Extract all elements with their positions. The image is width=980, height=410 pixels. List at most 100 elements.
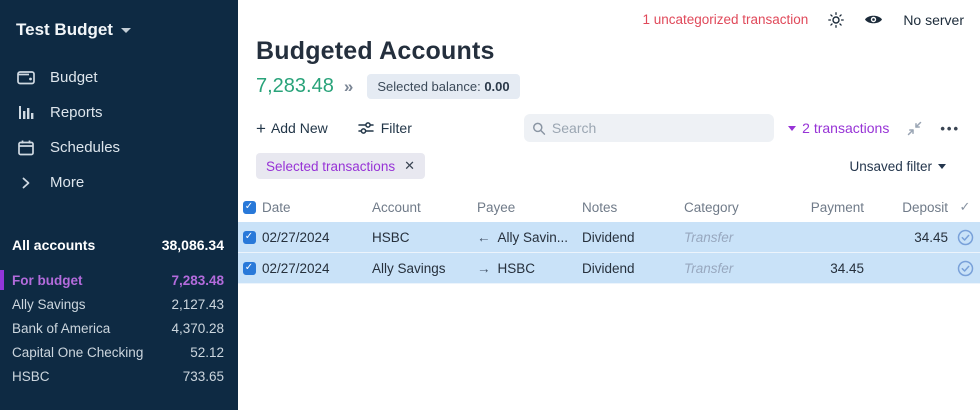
topbar: 1 uncategorized transaction No server bbox=[238, 0, 980, 30]
check-icon: ✓ bbox=[245, 202, 253, 212]
budget-switcher[interactable]: Test Budget bbox=[0, 0, 238, 46]
account-label: Bank of America bbox=[12, 321, 110, 336]
sidebar-item-schedules[interactable]: Schedules bbox=[0, 130, 238, 165]
cell-date[interactable]: 02/27/2024 bbox=[260, 230, 370, 245]
account-label: Capital One Checking bbox=[12, 345, 143, 360]
cleared-status-button[interactable] bbox=[952, 260, 978, 277]
cell-category[interactable]: Transfer bbox=[682, 261, 788, 276]
table-header: ✓ Date Account Payee Notes Category Paym… bbox=[238, 192, 980, 222]
sun-icon bbox=[828, 12, 844, 28]
toolbar: + Add New Filter bbox=[256, 114, 960, 142]
collapse-icon bbox=[907, 121, 922, 136]
account-item-hsbc[interactable]: HSBC 733.65 bbox=[0, 364, 238, 388]
search-input[interactable] bbox=[552, 120, 766, 136]
cell-notes[interactable]: Dividend bbox=[580, 261, 682, 276]
selected-balance-label: Selected balance: bbox=[377, 79, 480, 94]
column-header-payment: Payment bbox=[788, 200, 868, 215]
budget-name: Test Budget bbox=[16, 20, 113, 40]
sidebar-item-more[interactable]: More bbox=[0, 165, 238, 200]
payee-name: HSBC bbox=[498, 261, 536, 276]
cell-date[interactable]: 02/27/2024 bbox=[260, 261, 370, 276]
theme-toggle-button[interactable] bbox=[828, 12, 844, 28]
row-checkbox[interactable]: ✓ bbox=[243, 262, 256, 275]
account-item-ally-savings[interactable]: Ally Savings 2,127.43 bbox=[0, 292, 238, 316]
close-icon[interactable]: ✕ bbox=[404, 158, 415, 174]
transactions-count-label: 2 transactions bbox=[802, 120, 889, 136]
all-accounts-item[interactable]: All accounts 38,086.34 bbox=[0, 232, 238, 258]
column-header-payee: Payee bbox=[475, 200, 580, 215]
all-accounts-label: All accounts bbox=[12, 237, 95, 253]
sidebar-item-label: More bbox=[50, 174, 84, 191]
check-circle-icon bbox=[957, 260, 974, 277]
transfer-arrow-icon: ← bbox=[477, 230, 491, 245]
sidebar: Test Budget Budget Reports Schedules bbox=[0, 0, 238, 410]
cell-deposit[interactable]: 34.45 bbox=[868, 230, 952, 245]
sliders-icon bbox=[358, 121, 374, 135]
page-title: Budgeted Accounts bbox=[256, 37, 960, 66]
cell-notes[interactable]: Dividend bbox=[580, 230, 682, 245]
account-label: For budget bbox=[12, 273, 83, 288]
account-item-for-budget[interactable]: For budget 7,283.48 bbox=[0, 268, 238, 292]
collapse-transactions-button[interactable] bbox=[907, 121, 922, 136]
sidebar-item-label: Schedules bbox=[50, 139, 120, 156]
eye-icon bbox=[864, 13, 883, 26]
cell-account[interactable]: Ally Savings bbox=[370, 261, 475, 276]
sidebar-item-label: Reports bbox=[50, 104, 103, 121]
account-item-bank-of-america[interactable]: Bank of America 4,370.28 bbox=[0, 316, 238, 340]
active-indicator bbox=[0, 270, 4, 290]
transactions-table: ✓ Date Account Payee Notes Category Paym… bbox=[238, 192, 980, 284]
cell-payee[interactable]: ← Ally Savin... bbox=[475, 230, 580, 245]
sidebar-item-budget[interactable]: Budget bbox=[0, 60, 238, 95]
check-circle-icon bbox=[957, 229, 974, 246]
privacy-toggle-button[interactable] bbox=[864, 13, 883, 26]
row-checkbox[interactable]: ✓ bbox=[243, 231, 256, 244]
account-value: 733.65 bbox=[183, 369, 224, 384]
account-header: Budgeted Accounts 7,283.48 » Selected ba… bbox=[238, 30, 980, 180]
wallet-icon bbox=[16, 70, 36, 85]
chevron-right-icon bbox=[16, 177, 36, 189]
unsaved-filter-label: Unsaved filter bbox=[849, 159, 932, 174]
account-value: 4,370.28 bbox=[171, 321, 224, 336]
cell-category[interactable]: Transfer bbox=[682, 230, 788, 245]
all-accounts-value: 38,086.34 bbox=[162, 237, 224, 253]
sidebar-item-label: Budget bbox=[50, 69, 98, 86]
select-all-checkbox[interactable]: ✓ bbox=[243, 201, 256, 214]
add-new-label: Add New bbox=[271, 120, 328, 136]
calendar-icon bbox=[16, 140, 36, 156]
cell-account[interactable]: HSBC bbox=[370, 230, 475, 245]
account-item-capital-one-checking[interactable]: Capital One Checking 52.12 bbox=[0, 340, 238, 364]
filter-button[interactable]: Filter bbox=[358, 120, 412, 136]
column-header-notes: Notes bbox=[580, 200, 682, 215]
account-value: 52.12 bbox=[190, 345, 224, 360]
table-row[interactable]: ✓ 02/27/2024 HSBC ← Ally Savin... Divide… bbox=[238, 222, 980, 253]
cell-payee[interactable]: → HSBC bbox=[475, 261, 580, 276]
unsaved-filter-menu[interactable]: Unsaved filter bbox=[849, 159, 946, 174]
cell-payment[interactable]: 34.45 bbox=[788, 261, 868, 276]
sidebar-item-reports[interactable]: Reports bbox=[0, 95, 238, 130]
check-icon: ✓ bbox=[245, 263, 253, 273]
main-panel: 1 uncategorized transaction No server Bu… bbox=[238, 0, 980, 410]
column-header-date: Date bbox=[260, 200, 370, 215]
cleared-status-button[interactable] bbox=[952, 229, 978, 246]
account-list: For budget 7,283.48 Ally Savings 2,127.4… bbox=[0, 268, 238, 388]
add-new-button[interactable]: + Add New bbox=[256, 120, 328, 137]
more-options-button[interactable]: ••• bbox=[940, 121, 960, 136]
applied-filter-bar: Selected transactions ✕ Unsaved filter bbox=[256, 152, 960, 180]
transactions-count-button[interactable]: 2 transactions bbox=[788, 120, 889, 136]
account-balance[interactable]: 7,283.48 bbox=[256, 75, 334, 98]
caret-down-icon bbox=[788, 126, 796, 131]
server-status-button[interactable]: No server bbox=[903, 12, 964, 28]
transfer-arrow-icon: → bbox=[477, 261, 491, 276]
balance-row: 7,283.48 » Selected balance: 0.00 bbox=[256, 74, 960, 99]
expand-balance-icon[interactable]: » bbox=[344, 78, 353, 95]
accounts-section: All accounts 38,086.34 For budget 7,283.… bbox=[0, 232, 238, 388]
search-box[interactable] bbox=[524, 114, 774, 142]
account-value: 2,127.43 bbox=[171, 297, 224, 312]
search-icon bbox=[532, 121, 546, 136]
column-header-account: Account bbox=[370, 200, 475, 215]
selected-transactions-chip[interactable]: Selected transactions ✕ bbox=[256, 153, 425, 179]
table-row[interactable]: ✓ 02/27/2024 Ally Savings → HSBC Dividen… bbox=[238, 253, 980, 284]
payee-name: Ally Savin... bbox=[498, 230, 569, 245]
account-label: Ally Savings bbox=[12, 297, 86, 312]
uncategorized-alert[interactable]: 1 uncategorized transaction bbox=[642, 12, 808, 27]
